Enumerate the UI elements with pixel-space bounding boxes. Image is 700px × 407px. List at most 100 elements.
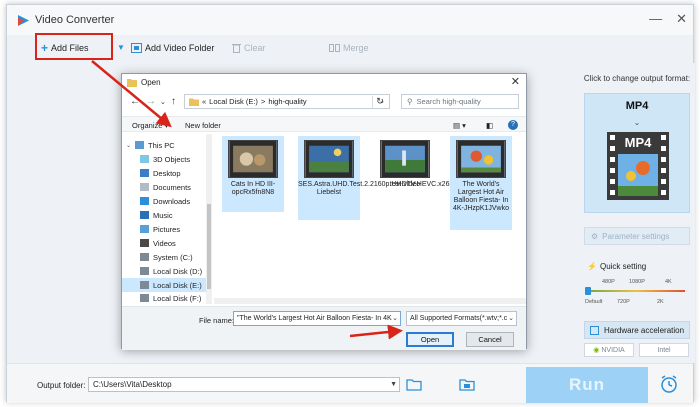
cancel-button[interactable]: Cancel: [466, 332, 514, 347]
add-files-highlight: [35, 33, 113, 60]
cube-icon: [140, 155, 149, 163]
nav-scrollbar[interactable]: [206, 134, 212, 304]
forward-arrow-icon[interactable]: →: [146, 96, 156, 107]
quick-setting-label: Quick setting: [599, 262, 647, 271]
bottom-bar: Output folder: C:\Users\Vita\Desktop ▼ R…: [7, 363, 693, 403]
refresh-icon[interactable]: ↻: [372, 96, 387, 108]
file-item[interactable]: Cats In HD III-opcRx5fn8N8: [222, 136, 284, 212]
quality-slider[interactable]: 480P 1080P 4K Default 720P 2K: [579, 275, 695, 311]
output-format-selector[interactable]: MP4 ⌄ MP4: [584, 93, 690, 213]
sliders-icon: ⚙: [591, 231, 599, 241]
organize-menu[interactable]: Organize ▾: [132, 121, 168, 130]
file-item[interactable]: test-video: [374, 136, 436, 196]
nav-item-videos[interactable]: Videos: [122, 236, 206, 250]
breadcrumb-folder[interactable]: high-quality: [268, 97, 306, 106]
open-button[interactable]: Open: [406, 332, 454, 347]
chevron-down-icon[interactable]: ▼: [390, 378, 397, 391]
alarm-clock-icon[interactable]: [659, 374, 679, 394]
quality-4k: 4K: [665, 279, 672, 285]
chevron-down-icon[interactable]: ⌄: [508, 312, 514, 325]
run-button[interactable]: Run: [526, 367, 648, 403]
file-item[interactable]: SES.Astra.UHD.Test.2.2160p.UHDTV.HEVC.x2…: [298, 136, 456, 220]
browse-folder-icon[interactable]: [459, 377, 475, 391]
nav-item-label: Local Disk (F:): [153, 293, 202, 303]
merge-button[interactable]: Merge: [329, 43, 369, 53]
clear-button[interactable]: Clear: [232, 43, 266, 53]
output-format-caption: Click to change output format:: [583, 74, 691, 83]
dialog-title: Open: [141, 78, 161, 87]
quality-720p: 720P: [617, 299, 630, 305]
file-name: The World's Largest Hot Air Balloon Fies…: [452, 181, 510, 212]
preview-pane-icon[interactable]: ◧: [486, 121, 493, 130]
nav-item-local-disk-f[interactable]: Local Disk (F:): [122, 292, 206, 304]
nav-item-system-c[interactable]: System (C:): [122, 250, 206, 264]
hardware-acceleration-toggle[interactable]: Hardware acceleration: [584, 321, 690, 339]
file-name-label: File name:: [199, 316, 235, 325]
nav-item-label: Videos: [153, 238, 176, 248]
file-type-select[interactable]: All Supported Formats(*.wtv;*.c ⌄: [406, 311, 517, 326]
nav-item-label: This PC: [148, 140, 175, 150]
chevron-down-icon[interactable]: ⌄: [392, 312, 398, 325]
dialog-close-button[interactable]: ✕: [511, 75, 520, 88]
format-name: MP4: [625, 100, 649, 112]
file-horizontal-scrollbar[interactable]: [214, 298, 526, 304]
nav-item-label: Music: [153, 210, 173, 220]
video-thumbnail-icon: [304, 140, 354, 178]
navigation-pane: ⌄ This PC 3D Objects Desktop Documents D…: [122, 134, 212, 304]
drive-icon: [140, 253, 149, 261]
dialog-nav-row: ← → ⌄ ↑ « Local Disk (E:) > high-quality…: [122, 93, 526, 111]
file-name-input[interactable]: "The World's Largest Hot Air Balloon Fie…: [233, 311, 401, 326]
trash-icon: [232, 44, 241, 53]
search-icon: ⚲: [407, 97, 413, 106]
nav-item-downloads[interactable]: Downloads: [122, 194, 206, 208]
file-item[interactable]: The World's Largest Hot Air Balloon Fies…: [450, 136, 512, 230]
add-files-dropdown[interactable]: ▼: [117, 43, 125, 52]
file-name: test-video: [389, 181, 421, 188]
nav-scroll-thumb[interactable]: [207, 204, 211, 289]
view-options-icon[interactable]: ▤ ▾: [453, 121, 466, 130]
video-thumbnail-icon: [380, 140, 430, 178]
parameter-settings-button[interactable]: ⚙ Parameter settings: [584, 227, 690, 245]
nav-item-documents[interactable]: Documents: [122, 180, 206, 194]
nav-item-3d-objects[interactable]: 3D Objects: [122, 152, 206, 166]
output-folder-value: C:\Users\Vita\Desktop: [93, 380, 172, 389]
breadcrumb-drive[interactable]: Local Disk (E:): [209, 97, 258, 106]
back-arrow-icon[interactable]: ←: [130, 96, 140, 107]
folder-add-icon: [131, 43, 142, 53]
nav-item-pictures[interactable]: Pictures: [122, 222, 206, 236]
search-box[interactable]: ⚲ Search high-quality: [401, 94, 519, 109]
nav-item-label: Local Disk (D:): [153, 266, 203, 276]
title-bar: Video Converter — ✕: [7, 5, 693, 35]
nav-item-this-pc[interactable]: ⌄ This PC: [122, 138, 206, 152]
recent-dropdown-icon[interactable]: ⌄: [160, 98, 166, 106]
nav-item-music[interactable]: Music: [122, 208, 206, 222]
quality-default: Default: [585, 299, 603, 305]
new-folder-button[interactable]: New folder: [185, 121, 221, 130]
dialog-title-bar: Open ✕: [122, 74, 526, 90]
up-arrow-icon[interactable]: ↑: [171, 96, 176, 107]
address-bar[interactable]: « Local Disk (E:) > high-quality ⌄: [184, 94, 390, 109]
help-icon[interactable]: ?: [508, 120, 518, 130]
quality-thumb[interactable]: [585, 287, 591, 295]
computer-icon: [135, 141, 145, 149]
drive-icon: [140, 294, 149, 302]
nav-item-desktop[interactable]: Desktop: [122, 166, 206, 180]
nav-item-local-disk-d[interactable]: Local Disk (D:): [122, 264, 206, 278]
add-video-folder-button[interactable]: Add Video Folder: [131, 43, 214, 53]
minimize-button[interactable]: —: [649, 11, 662, 27]
expand-chevron-icon[interactable]: ⌄: [126, 142, 131, 149]
videos-icon: [140, 239, 149, 247]
file-name-value: "The World's Largest Hot Air Balloon Fie…: [237, 315, 392, 322]
open-folder-icon[interactable]: [406, 377, 422, 391]
close-button[interactable]: ✕: [676, 11, 687, 27]
quality-track: [587, 290, 685, 292]
output-folder-field[interactable]: C:\Users\Vita\Desktop ▼: [88, 377, 400, 392]
chevron-down-icon: ⌄: [633, 118, 641, 127]
nav-item-label: System (C:): [153, 252, 193, 262]
hardware-acceleration-label: Hardware acceleration: [604, 325, 685, 335]
lightning-icon: ⚡: [587, 262, 597, 271]
nav-item-local-disk-e[interactable]: Local Disk (E:): [122, 278, 206, 292]
desktop-icon: [140, 169, 149, 177]
dialog-command-bar: Organize ▾ New folder ▤ ▾ ◧ ?: [122, 116, 526, 132]
quality-2k: 2K: [657, 299, 664, 305]
